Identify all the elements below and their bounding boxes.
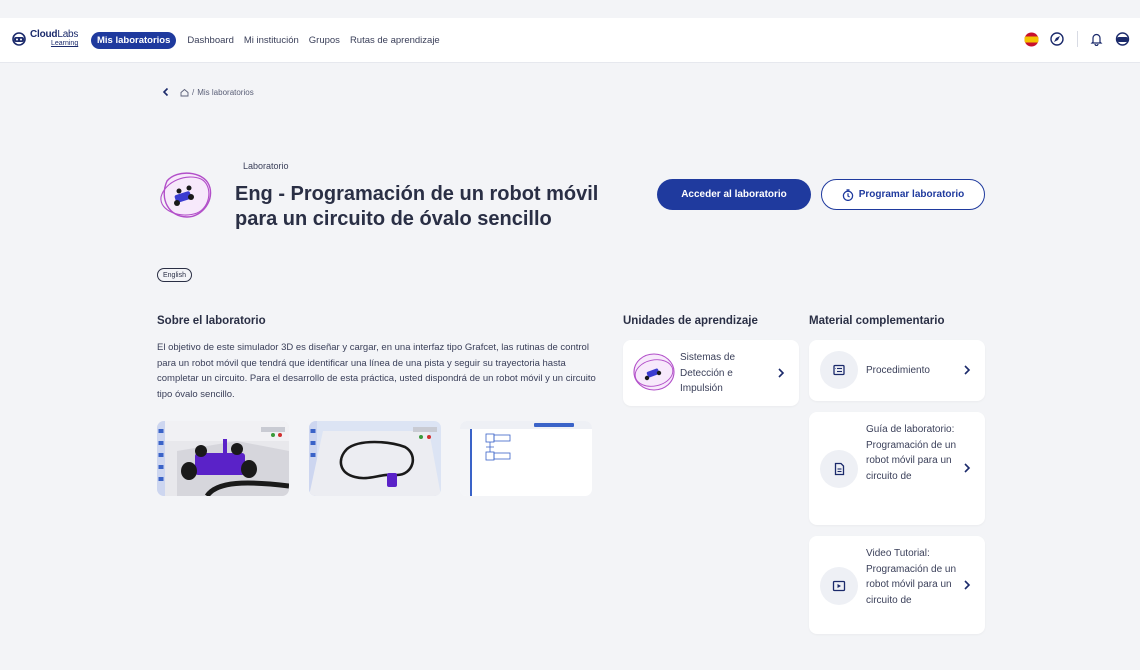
- back-chevron-icon[interactable]: [161, 87, 171, 97]
- nav-grupos[interactable]: Grupos: [309, 35, 340, 46]
- video-icon: [820, 567, 858, 605]
- about-heading: Sobre el laboratorio: [157, 315, 266, 327]
- preview-image-robot-closeup[interactable]: [157, 421, 289, 496]
- unit-card[interactable]: Sistemas de Detección e Impulsión: [623, 340, 799, 406]
- header-divider: [1077, 31, 1078, 47]
- chevron-right-icon: [964, 463, 971, 473]
- schedule-lab-button[interactable]: Programar laboratorio: [821, 179, 985, 210]
- nav-dashboard[interactable]: Dashboard: [187, 35, 233, 46]
- document-icon: [820, 450, 858, 488]
- cloudlabs-logo[interactable]: CloudLabs Learning: [11, 30, 78, 48]
- chevron-right-icon: [964, 580, 971, 590]
- chevron-right-icon: [964, 365, 971, 375]
- material-heading: Material complementario: [809, 315, 945, 327]
- main-nav: Mis laboratorios Dashboard Mi institució…: [91, 32, 440, 49]
- header-actions: [1013, 31, 1130, 47]
- lab-kicker: Laboratorio: [243, 161, 289, 171]
- schedule-lab-label: Programar laboratorio: [858, 189, 965, 200]
- spain-flag-icon[interactable]: [1023, 31, 1039, 47]
- bell-icon[interactable]: [1088, 31, 1104, 47]
- unit-label: Sistemas de Detección e Impulsión: [680, 352, 736, 395]
- breadcrumb-separator: /: [192, 87, 195, 97]
- compass-icon[interactable]: [1049, 31, 1065, 47]
- top-navigation-bar: CloudLabs Learning Mis laboratorios Dash…: [0, 18, 1140, 63]
- preview-image-grafcet-editor[interactable]: [460, 421, 592, 496]
- access-lab-button[interactable]: Acceder al laboratorio: [657, 179, 811, 210]
- chevron-right-icon: [778, 368, 785, 378]
- about-text: El objetivo de este simulador 3D es dise…: [157, 342, 596, 401]
- material-card-procedure[interactable]: Procedimiento: [809, 340, 985, 401]
- material-label-guide: Guía de laboratorio: Programación de un …: [866, 424, 957, 483]
- preview-image-oval-track[interactable]: [309, 421, 441, 496]
- lab-title: Eng - Programación de un robot móvil par…: [235, 183, 599, 230]
- cloudlabs-logo-icon: [12, 32, 26, 46]
- material-card-guide[interactable]: Guía de laboratorio: Programación de un …: [809, 412, 985, 525]
- material-card-video[interactable]: Video Tutorial: Programación de un robot…: [809, 536, 985, 634]
- nav-mis-laboratorios[interactable]: Mis laboratorios: [91, 32, 177, 49]
- nav-mi-institucion[interactable]: Mi institución: [244, 35, 299, 46]
- language-tag: English: [157, 268, 192, 282]
- breadcrumb: / Mis laboratorios: [161, 87, 254, 97]
- unit-robot-avatar-icon: [633, 353, 675, 391]
- timer-icon: [842, 188, 853, 201]
- robot-icon[interactable]: [1114, 31, 1130, 47]
- units-heading: Unidades de aprendizaje: [623, 315, 758, 327]
- logo-sub-text: Learning: [50, 40, 79, 47]
- breadcrumb-current[interactable]: Mis laboratorios: [197, 88, 253, 97]
- nav-rutas-de-aprendizaje[interactable]: Rutas de aprendizaje: [350, 35, 440, 46]
- home-icon[interactable]: [180, 88, 189, 97]
- procedure-icon: [820, 351, 858, 389]
- material-label-video: Video Tutorial: Programación de un robot…: [866, 548, 957, 607]
- material-label-procedure: Procedimiento: [866, 365, 930, 376]
- lab-robot-avatar-icon: [160, 172, 212, 218]
